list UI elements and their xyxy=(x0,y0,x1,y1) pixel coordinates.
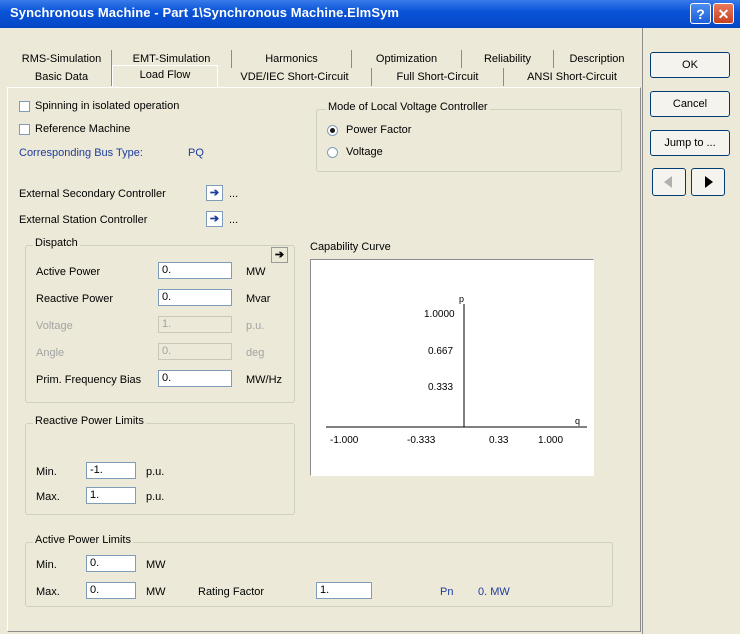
tab-load-flow[interactable]: Load Flow xyxy=(112,65,218,87)
ok-button[interactable]: OK xyxy=(650,52,730,78)
tab-full-short-circuit[interactable]: Full Short-Circuit xyxy=(372,68,504,86)
reactive-max-label: Max. xyxy=(36,491,60,503)
close-button[interactable]: ✕ xyxy=(713,3,734,24)
reactive-power-field[interactable]: 0. xyxy=(158,289,232,306)
jump-to-button[interactable]: Jump to ... xyxy=(650,130,730,156)
pn-label: Pn xyxy=(440,586,454,598)
frequency-bias-unit: MW/Hz xyxy=(246,374,283,386)
spinning-checkbox[interactable] xyxy=(19,101,30,112)
q-tick-3: 0.33 xyxy=(489,435,509,446)
active-power-field[interactable]: 0. xyxy=(158,262,232,279)
tab-rms-simulation[interactable]: RMS-Simulation xyxy=(12,50,112,68)
active-power-label: Active Power xyxy=(36,266,101,278)
dispatch-title: Dispatch xyxy=(33,237,80,249)
reactive-min-field[interactable]: -1. xyxy=(86,462,136,479)
right-arrow-icon: ➔ xyxy=(209,187,220,199)
active-max-field[interactable]: 0. xyxy=(86,582,136,599)
side-divider xyxy=(642,28,643,634)
secondary-controller-value: ... xyxy=(229,188,239,200)
active-power-unit: MW xyxy=(246,266,266,278)
reactive-min-label: Min. xyxy=(36,466,57,478)
tab-optimization[interactable]: Optimization xyxy=(352,50,462,68)
q-tick-2: -0.333 xyxy=(407,435,436,446)
angle-unit: deg xyxy=(246,347,265,359)
cancel-button[interactable]: Cancel xyxy=(650,91,730,117)
rating-factor-label: Rating Factor xyxy=(198,586,265,598)
voltage-setpoint-unit: p.u. xyxy=(246,320,265,332)
tab-description[interactable]: Description xyxy=(554,50,640,68)
spinning-label: Spinning in isolated operation xyxy=(35,100,180,112)
p-tick-1: 1.0000 xyxy=(424,309,455,320)
reference-machine-checkbox[interactable] xyxy=(19,124,30,135)
reactive-min-unit: p.u. xyxy=(146,466,165,478)
q-tick-4: 1.000 xyxy=(538,435,564,446)
active-min-unit: MW xyxy=(146,559,166,571)
voltage-controller-title: Mode of Local Voltage Controller xyxy=(326,101,490,113)
bus-type-value: PQ xyxy=(188,147,204,159)
active-min-label: Min. xyxy=(36,559,57,571)
tab-vde-iec-short-circuit[interactable]: VDE/IEC Short-Circuit xyxy=(218,68,372,86)
frequency-bias-label: Prim. Frequency Bias xyxy=(36,374,142,386)
previous-button[interactable] xyxy=(652,168,686,196)
voltage-controller-group xyxy=(316,109,622,172)
active-max-label: Max. xyxy=(36,586,60,598)
p-axis-label: p xyxy=(459,294,465,304)
q-axis-label: q xyxy=(575,416,581,426)
reactive-power-unit: Mvar xyxy=(246,293,271,305)
dispatch-jump-button[interactable]: ➔ xyxy=(271,247,288,263)
active-min-field[interactable]: 0. xyxy=(86,555,136,572)
left-triangle-icon xyxy=(664,176,672,188)
p-tick-3: 0.333 xyxy=(428,382,454,393)
p-tick-2: 0.667 xyxy=(428,346,454,357)
reactive-limits-title: Reactive Power Limits xyxy=(33,415,146,427)
tab-basic-data[interactable]: Basic Data xyxy=(12,68,112,86)
tab-reliability[interactable]: Reliability xyxy=(462,50,554,68)
next-button[interactable] xyxy=(691,168,725,196)
voltage-label: Voltage xyxy=(346,146,383,158)
bus-type-label: Corresponding Bus Type: xyxy=(19,147,143,159)
window-title: Synchronous Machine - Part 1\Synchronous… xyxy=(10,5,400,20)
station-controller-label: External Station Controller xyxy=(19,214,148,226)
reactive-power-label: Reactive Power xyxy=(36,293,114,305)
rating-factor-field[interactable]: 1. xyxy=(316,582,372,599)
angle-field: 0. xyxy=(158,343,232,360)
voltage-setpoint-label: Voltage xyxy=(36,320,73,332)
reactive-max-field[interactable]: 1. xyxy=(86,487,136,504)
capability-curve-plot: p q 1.0000 0.667 0.333 -1.000 -0.333 0.3… xyxy=(310,259,594,476)
secondary-controller-label: External Secondary Controller xyxy=(19,188,166,200)
power-factor-label: Power Factor xyxy=(346,124,412,136)
q-tick-1: -1.000 xyxy=(330,435,359,446)
capability-curve-title: Capability Curve xyxy=(310,241,391,253)
angle-label: Angle xyxy=(36,347,65,359)
reference-machine-label: Reference Machine xyxy=(35,123,131,135)
station-controller-select-button[interactable]: ➔ xyxy=(206,211,223,227)
tab-harmonics[interactable]: Harmonics xyxy=(232,50,352,68)
voltage-setpoint-field: 1. xyxy=(158,316,232,333)
power-factor-radio[interactable] xyxy=(327,125,338,136)
pn-value: 0. MW xyxy=(478,586,510,598)
active-limits-title: Active Power Limits xyxy=(33,534,133,546)
station-controller-value: ... xyxy=(229,214,239,226)
tab-ansi-short-circuit[interactable]: ANSI Short-Circuit xyxy=(504,68,640,86)
reactive-max-unit: p.u. xyxy=(146,491,165,503)
frequency-bias-field[interactable]: 0. xyxy=(158,370,232,387)
secondary-controller-select-button[interactable]: ➔ xyxy=(206,185,223,201)
voltage-radio[interactable] xyxy=(327,147,338,158)
right-arrow-icon: ➔ xyxy=(274,249,285,261)
right-arrow-icon: ➔ xyxy=(209,213,220,225)
help-button[interactable]: ? xyxy=(690,3,711,24)
active-max-unit: MW xyxy=(146,586,166,598)
right-triangle-icon xyxy=(705,176,713,188)
